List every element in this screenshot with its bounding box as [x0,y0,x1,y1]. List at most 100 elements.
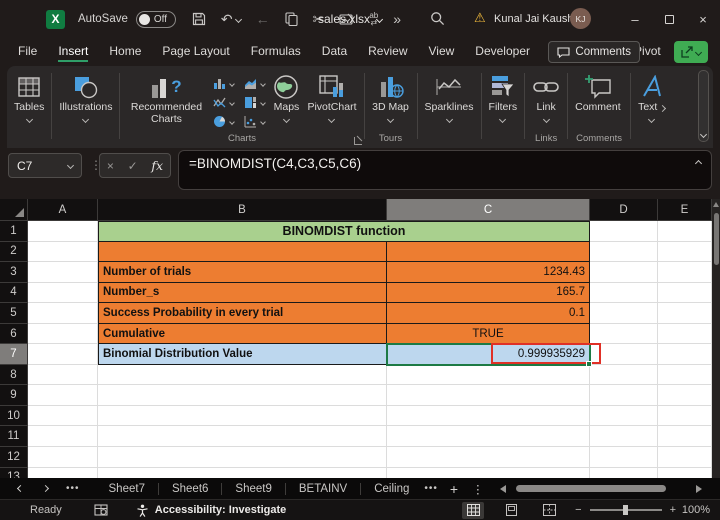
row-header[interactable]: 4 [0,282,28,304]
column-header-a[interactable]: A [28,199,98,221]
link-button[interactable]: Link [532,73,560,123]
sheet-menu-icon[interactable]: ⋮ [472,482,484,496]
scatter-chart-button[interactable] [244,113,267,130]
row-header[interactable]: 3 [0,262,28,283]
horizontal-scroll-thumb[interactable] [515,485,666,492]
cell-e4[interactable] [658,282,712,304]
enter-icon[interactable]: ✓ [128,159,138,173]
row-header[interactable]: 13 [0,467,28,478]
user-name[interactable]: Kunal Jai Kaushik [494,13,581,25]
cell-e3[interactable] [658,262,712,283]
cell-c4[interactable]: 165.7 [387,282,590,304]
formula-bar-expand-icon[interactable] [694,159,703,168]
cell-b5[interactable]: Success Probability in every trial [98,303,387,324]
area-chart-button[interactable] [244,75,267,92]
comment-button[interactable]: Comment [575,73,621,114]
sheet-list-icon[interactable]: ••• [66,483,80,494]
cell-d3[interactable] [590,262,658,283]
zoom-in-icon[interactable]: + [670,504,676,516]
cell-c7-active[interactable]: 0.999935929 [386,343,601,367]
cell-d6[interactable] [590,323,658,345]
cell-e1[interactable] [658,221,712,242]
zoom-slider[interactable] [589,505,662,516]
vertical-scrollbar[interactable] [712,199,720,478]
3d-map-button[interactable]: 3D Map [372,73,410,123]
column-header-c[interactable]: C [387,199,590,221]
column-header-e[interactable]: E [658,199,712,221]
row-header[interactable]: 10 [0,405,28,427]
filters-button[interactable]: Filters [489,73,517,123]
tab-page-layout[interactable]: Page Layout [162,44,229,62]
illustrations-button[interactable]: Illustrations [59,73,112,123]
row-header[interactable]: 2 [0,241,28,263]
formula-input[interactable]: =BINOMDIST(C4,C3,C5,C6) [178,150,712,190]
page-break-view-icon[interactable] [538,502,560,519]
cell-b7[interactable]: Binomial Distribution Value [98,344,387,365]
cell-a2[interactable] [28,241,98,263]
tab-developer[interactable]: Developer [475,44,530,62]
avatar[interactable]: KJ [570,8,591,29]
cell-e5[interactable] [658,303,712,324]
cell-a4[interactable] [28,282,98,304]
sheet-prev-icon[interactable] [16,484,25,493]
tab-review[interactable]: Review [368,44,407,62]
cell-c5[interactable]: 0.1 [387,303,590,324]
undo-button[interactable]: ↶ [221,12,242,26]
maximize-button[interactable] [652,0,686,38]
row-header-selected[interactable]: 7 [0,344,28,365]
tab-insert[interactable]: Insert [58,44,89,62]
name-box[interactable]: C7 [8,153,82,178]
sheet-tab-ceiling[interactable]: Ceiling [361,483,422,495]
cell-e7[interactable] [658,344,712,365]
autosave-toggle[interactable]: Off [135,10,176,28]
sparklines-button[interactable]: Sparklines [425,73,474,123]
tab-view[interactable]: View [429,44,455,62]
minimize-button[interactable]: – [618,0,652,38]
cell-d5[interactable] [590,303,658,324]
charts-dialog-launcher-icon[interactable] [353,137,362,145]
accessibility-status[interactable]: Accessibility: Investigate [136,504,286,517]
sheet-tab-betainv[interactable]: BETAINV [286,483,360,495]
row-header[interactable]: 12 [0,447,28,468]
maps-button[interactable]: Maps [273,73,299,123]
row-header[interactable]: 9 [0,385,28,406]
sheet-tab-sheet7[interactable]: Sheet7 [96,483,158,495]
column-header-d[interactable]: D [590,199,658,221]
row-header[interactable]: 11 [0,426,28,448]
more-commands-icon[interactable]: » [393,12,401,26]
back-icon[interactable]: ← [256,12,270,26]
cell-title-b1[interactable]: BINOMDIST function [98,221,590,242]
cell-a6[interactable] [28,323,98,345]
fill-handle[interactable] [586,360,592,367]
row-header[interactable]: 8 [0,364,28,386]
cell-d1[interactable] [590,221,658,242]
zoom-out-icon[interactable]: − [575,504,581,516]
warning-icon[interactable]: ⚠ [474,10,486,26]
cell-c3[interactable]: 1234.43 [387,262,590,283]
tab-data[interactable]: Data [322,44,347,62]
normal-view-icon[interactable] [462,501,484,519]
tables-button[interactable]: Tables [14,73,44,123]
cell-a1[interactable] [28,221,98,242]
tab-formulas[interactable]: Formulas [251,44,301,62]
cell-b3[interactable]: Number of trials [98,262,387,283]
zoom-level[interactable]: 100% [682,504,710,516]
select-all-corner[interactable] [0,199,28,221]
close-button[interactable]: × [686,0,720,38]
cell-b6[interactable]: Cumulative [98,323,387,345]
new-sheet-icon[interactable]: + [450,481,458,497]
insert-function-icon[interactable]: fx [151,158,163,173]
cell-b2[interactable] [98,241,387,263]
excel-logo-icon[interactable]: X [46,9,65,29]
scroll-up-icon[interactable] [713,202,719,207]
cancel-icon[interactable]: × [107,159,114,173]
row-header[interactable]: 5 [0,303,28,324]
cell-c2[interactable] [387,241,590,263]
macro-record-icon[interactable] [94,504,108,516]
cell-a3[interactable] [28,262,98,283]
more-sheets-icon[interactable]: ••• [424,483,438,494]
cell-d4[interactable] [590,282,658,304]
hscroll-left-icon[interactable] [499,484,506,493]
row-header[interactable]: 1 [0,221,28,242]
copy-icon[interactable] [285,12,298,26]
